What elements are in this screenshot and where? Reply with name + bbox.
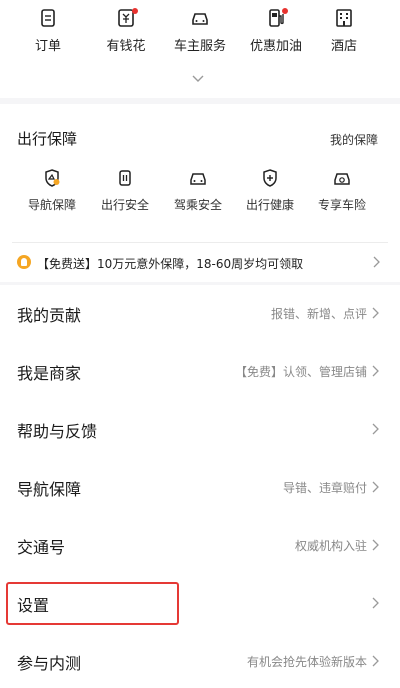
gift-icon (17, 255, 31, 269)
shortcut-hotel[interactable]: 酒店 (304, 8, 384, 54)
chevron-right-icon (372, 423, 379, 435)
shortcut-orders[interactable]: 订单 (8, 8, 88, 54)
menu-item-help-feedback[interactable]: 帮助与反馈 (0, 401, 400, 459)
safety-item-label: 出行健康 (245, 198, 294, 212)
menu-item-hint: 【免费】认领、管理店铺 (234, 365, 367, 379)
ride-safety-icon (190, 173, 206, 185)
safety-item-travel[interactable]: 出行安全 (89, 168, 161, 213)
chevron-right-icon (372, 307, 379, 319)
divider (12, 242, 388, 243)
order-icon (41, 9, 55, 27)
nav-shield-icon (45, 169, 60, 187)
menu-item-hint: 权威机构入驻 (294, 539, 367, 553)
safety-item-nav[interactable]: 导航保障 (16, 168, 88, 213)
menu-item-nav-protection[interactable]: 导航保障 导错、违章赔付 (0, 459, 400, 517)
travel-safety-card: 出行保障 我的保障 导航保障 出行安全 驾乘安全 出行健康 专享车险 【免费送】… (0, 104, 400, 282)
menu-item-hint: 报错、新增、点评 (270, 307, 367, 321)
chevron-down-icon[interactable] (191, 74, 205, 84)
chevron-right-icon (372, 365, 379, 377)
menu-item-label: 我的贡献 (17, 306, 82, 325)
car-insurance-icon (334, 173, 350, 185)
shortcut-label: 订单 (34, 39, 61, 54)
safety-item-label: 驾乘安全 (173, 198, 222, 212)
menu-item-hint: 有机会抢先体验新版本 (246, 655, 367, 669)
menu-item-traffic-account[interactable]: 交通号 权威机构入驻 (0, 517, 400, 575)
menu-item-label: 我是商家 (17, 364, 82, 383)
travel-safety-icon (119, 170, 131, 186)
menu-item-label: 帮助与反馈 (17, 422, 98, 441)
chevron-right-icon (372, 539, 379, 551)
chevron-right-icon (372, 655, 379, 667)
safety-item-label: 专享车险 (317, 198, 366, 212)
safety-item-insurance[interactable]: 专享车险 (306, 168, 378, 213)
safety-item-label: 出行安全 (100, 198, 149, 212)
menu-item-beta[interactable]: 参与内测 有机会抢先体验新版本 (0, 633, 400, 688)
shortcut-wallet[interactable]: 有钱花 (86, 8, 166, 54)
notification-badge (282, 8, 288, 14)
safety-item-health[interactable]: 出行健康 (234, 168, 306, 213)
hotel-icon (336, 9, 352, 27)
chevron-right-icon (372, 481, 379, 493)
menu-item-label: 导航保障 (17, 480, 82, 499)
promo-text: 【免费送】10万元意外保障，18-60周岁均可领取 (37, 257, 304, 271)
shortcut-label: 车主服务 (173, 39, 226, 54)
shortcut-car-service[interactable]: 车主服务 (160, 8, 240, 54)
chevron-right-icon (372, 597, 379, 609)
menu-item-label: 参与内测 (17, 654, 82, 673)
car-service-icon (192, 13, 208, 25)
settings-highlight-box (6, 582, 179, 625)
shortcut-label: 酒店 (330, 39, 357, 54)
insurance-promo-banner[interactable]: 【免费送】10万元意外保障，18-60周岁均可领取 (0, 244, 400, 282)
safety-item-ride[interactable]: 驾乘安全 (162, 168, 234, 213)
menu-item-hint: 导错、违章赔付 (282, 481, 367, 495)
menu-item-label: 交通号 (17, 538, 66, 557)
chevron-right-icon (373, 256, 380, 268)
settings-menu: 我的贡献 报错、新增、点评 我是商家 【免费】认领、管理店铺 帮助与反馈 导航保… (0, 285, 400, 688)
shortcut-grid: 订单 有钱花 车主服务 优惠加油 酒店 (0, 0, 400, 98)
health-icon (263, 169, 277, 187)
my-safety-link[interactable]: 我的保障 (330, 131, 378, 148)
shortcut-label: 有钱花 (106, 39, 146, 54)
menu-item-contribution[interactable]: 我的贡献 报错、新增、点评 (0, 285, 400, 343)
safety-item-label: 导航保障 (27, 198, 76, 212)
section-title: 出行保障 (17, 130, 78, 148)
menu-item-merchant[interactable]: 我是商家 【免费】认领、管理店铺 (0, 343, 400, 401)
notification-badge (132, 8, 138, 14)
